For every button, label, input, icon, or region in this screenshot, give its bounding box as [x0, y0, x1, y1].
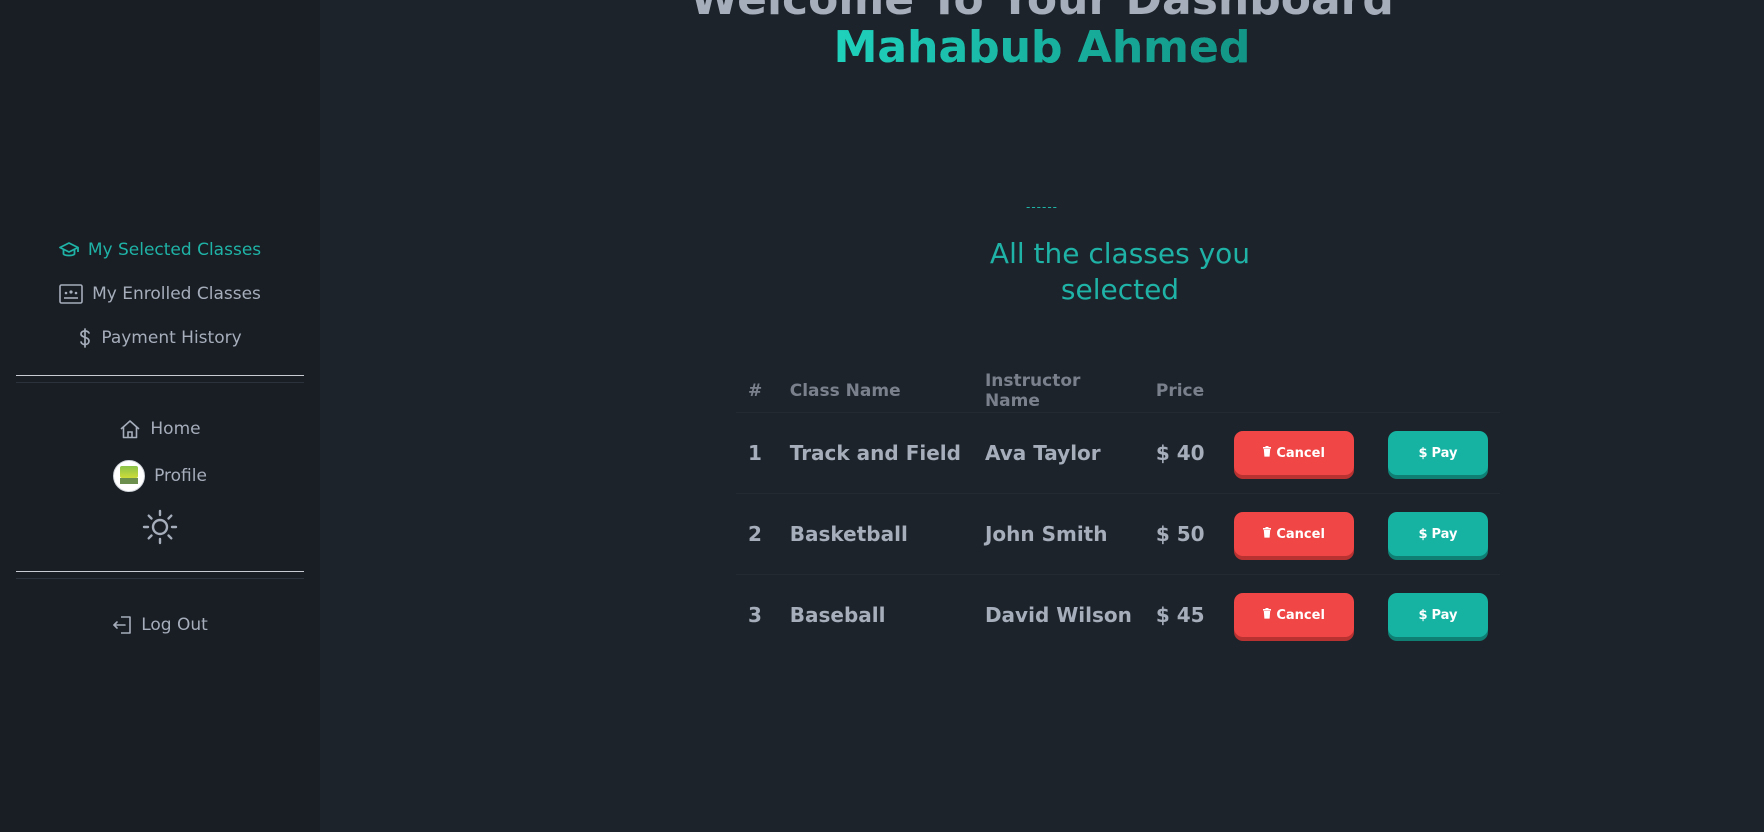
column-header-instructor-name: Instructor Name — [972, 370, 1144, 413]
chalkboard-icon — [59, 284, 83, 304]
instructor-name: David Wilson — [984, 603, 1132, 627]
sidebar-item-label: Payment History — [101, 328, 242, 348]
dollar-icon: $ — [1418, 526, 1428, 542]
class-name: Basketball — [777, 493, 973, 575]
instructor-name: John Smith — [972, 493, 1144, 575]
sidebar-item-label: Home — [150, 419, 201, 439]
dollar-icon — [78, 328, 92, 348]
selected-classes-table: # Class Name Instructor Name Price 1 Tra… — [736, 370, 1500, 655]
sidebar-item-profile[interactable]: Profile — [0, 459, 320, 493]
trash-icon — [1262, 445, 1272, 461]
user-name-heading: Mahabub Ahmed — [320, 22, 1764, 74]
price: $ 40 — [1143, 412, 1222, 494]
row-index: 3 — [748, 603, 762, 627]
dollar-icon: $ — [1418, 445, 1428, 461]
sidebar-item-label: Profile — [154, 466, 207, 486]
pay-button[interactable]: $ Pay — [1388, 593, 1488, 637]
row-index: 1 — [736, 412, 778, 494]
logout-label: Log Out — [141, 615, 208, 635]
theme-toggle[interactable] — [0, 508, 320, 546]
column-header-class-name: Class Name — [777, 370, 973, 413]
sidebar-item-payment-history[interactable]: Payment History — [0, 325, 320, 351]
column-header-pay — [1376, 370, 1500, 413]
sidebar-item-my-enrolled-classes[interactable]: My Enrolled Classes — [0, 281, 320, 307]
graduation-cap-icon — [58, 241, 79, 259]
logout-button[interactable]: Log Out — [0, 612, 320, 638]
cancel-button[interactable]: Cancel — [1233, 593, 1354, 637]
sidebar-divider — [16, 375, 304, 383]
trash-icon — [1262, 607, 1272, 623]
cancel-button[interactable]: Cancel — [1233, 431, 1354, 475]
class-name: Baseball — [789, 603, 886, 627]
sidebar-divider — [16, 571, 304, 579]
price: $ 45 — [1155, 603, 1205, 627]
table-row: 1 Track and Field Ava Taylor $ 40 Cancel… — [736, 412, 1500, 494]
column-header-price: Price — [1143, 370, 1222, 413]
row-index: 2 — [736, 493, 778, 575]
table-header-row: # Class Name Instructor Name Price — [736, 370, 1500, 413]
instructor-name: Ava Taylor — [972, 412, 1144, 494]
dollar-icon: $ — [1418, 607, 1428, 623]
trash-icon — [1262, 526, 1272, 542]
sun-icon — [142, 509, 178, 545]
logout-icon — [112, 615, 132, 635]
avatar — [113, 460, 146, 492]
price: $ 50 — [1143, 493, 1222, 575]
pay-button[interactable]: $ Pay — [1388, 512, 1488, 556]
column-header-index: # — [736, 370, 778, 413]
sidebar-item-label: My Enrolled Classes — [92, 284, 261, 304]
table-row: 2 Basketball John Smith $ 50 Cancel $ Pa… — [736, 493, 1500, 575]
sidebar-item-label: My Selected Classes — [87, 240, 262, 260]
section-title: All the classes you selected — [989, 237, 1251, 306]
class-name: Track and Field — [777, 412, 973, 494]
sidebar-item-home[interactable]: Home — [0, 416, 320, 442]
pay-button[interactable]: $ Pay — [1388, 431, 1488, 475]
sidebar: My Selected Classes My Enrolled Classes … — [0, 0, 320, 832]
column-header-cancel — [1221, 370, 1376, 413]
sidebar-item-my-selected-classes[interactable]: My Selected Classes — [0, 237, 320, 263]
table-row: 3 Baseball David Wilson $ 45 Cancel $ Pa… — [736, 575, 1500, 656]
section-dashes: ------ — [1026, 200, 1058, 214]
cancel-button[interactable]: Cancel — [1233, 512, 1354, 556]
home-icon — [119, 419, 141, 439]
